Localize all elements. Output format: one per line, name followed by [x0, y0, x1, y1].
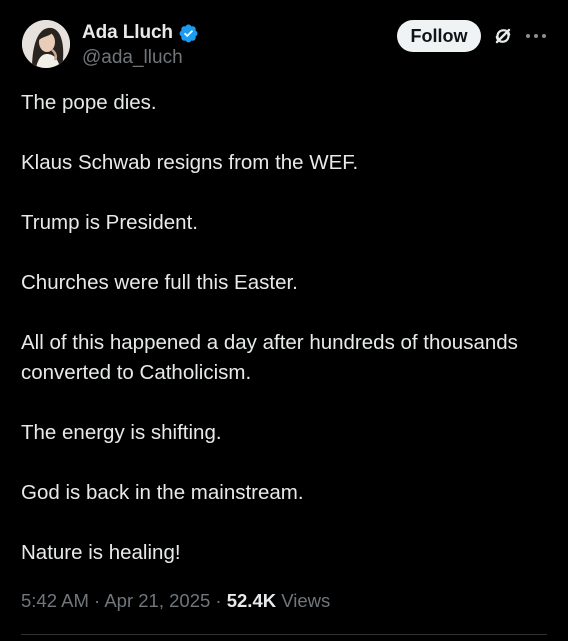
post-paragraph: The energy is shifting.: [21, 421, 222, 444]
post-paragraph: Klaus Schwab resigns from the WEF.: [21, 151, 359, 174]
post: Ada Lluch @ada_lluch Follow The pope die…: [0, 0, 568, 641]
more-dots-icon[interactable]: [524, 23, 548, 49]
post-body: The pope dies. Klaus Schwab resigns from…: [21, 88, 546, 598]
post-paragraph: Nature is healing!: [21, 541, 181, 564]
post-paragraph: The pope dies.: [21, 91, 157, 114]
post-meta: 5:42 AM · Apr 21, 2025 · 52.4K Views: [21, 590, 330, 612]
handle[interactable]: @ada_lluch: [82, 47, 199, 69]
post-header: Ada Lluch @ada_lluch Follow: [22, 20, 548, 72]
avatar[interactable]: [22, 20, 70, 68]
display-name[interactable]: Ada Lluch: [82, 22, 173, 44]
views-label: Views: [281, 590, 331, 611]
post-paragraph: All of this happened a day after hundred…: [21, 331, 524, 384]
avatar-image: [22, 20, 70, 68]
display-name-row: Ada Lluch: [82, 20, 199, 46]
divider: [21, 634, 547, 635]
meta-separator: ·: [215, 590, 222, 611]
follow-button[interactable]: Follow: [397, 20, 481, 52]
post-time[interactable]: 5:42 AM: [21, 590, 89, 611]
views-count: 52.4K: [226, 590, 277, 611]
post-paragraph: God is back in the mainstream.: [21, 481, 304, 504]
post-paragraph: Churches were full this Easter.: [21, 271, 298, 294]
post-paragraph: Trump is President.: [21, 211, 198, 234]
verified-badge-icon: [178, 23, 199, 44]
meta-separator: ·: [94, 590, 101, 611]
author-names: Ada Lluch @ada_lluch: [82, 20, 199, 69]
post-date[interactable]: Apr 21, 2025: [104, 590, 210, 611]
grok-icon[interactable]: [490, 23, 516, 49]
